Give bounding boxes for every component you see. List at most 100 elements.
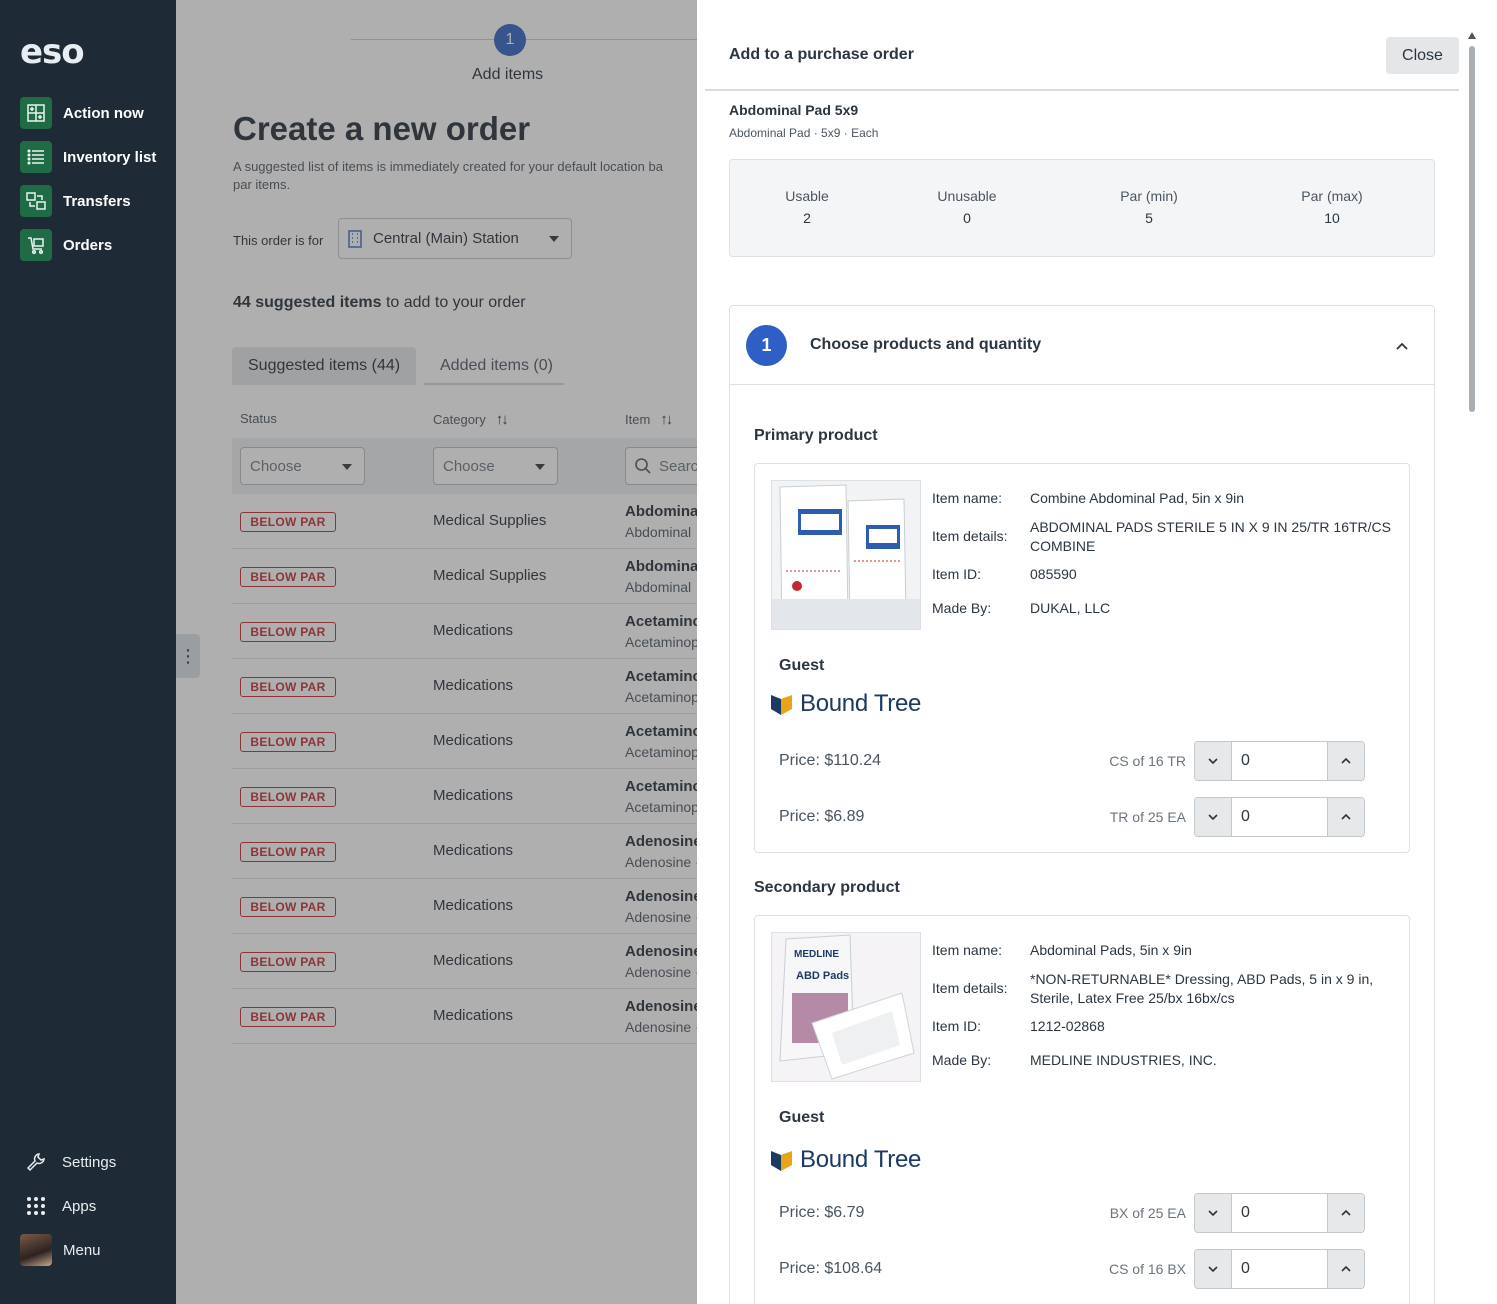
modal-backdrop[interactable]: [176, 0, 697, 1304]
account-label: Guest: [779, 1109, 825, 1126]
scroll-thumb[interactable]: [1469, 46, 1475, 412]
stat-label: Unusable: [937, 188, 997, 204]
purchase-order-panel: Add to a purchase order Close Abdominal …: [697, 0, 1497, 1304]
decrement-button[interactable]: [1195, 1250, 1231, 1288]
nav-item-settings[interactable]: Settings: [22, 1146, 116, 1178]
nav-label: Settings: [62, 1153, 117, 1171]
item-id-value: 1212-02868: [1030, 1018, 1105, 1034]
item-id-label: Item ID:: [932, 566, 982, 582]
nav-label: Inventory list: [63, 148, 157, 166]
unit-label: BX of 25 EA: [1109, 1205, 1186, 1221]
primary-product-heading: Primary product: [754, 427, 878, 444]
quantity-input[interactable]: 0: [1231, 742, 1328, 780]
account-label: Guest: [779, 657, 825, 674]
panel-scrollbar[interactable]: [1467, 32, 1477, 1304]
chevron-up-icon: [1341, 757, 1351, 764]
unit-label: TR of 25 EA: [1109, 809, 1186, 825]
panel-item-subtitle: Abdominal Pad · 5x9 · Each: [729, 126, 879, 140]
increment-button[interactable]: [1328, 1194, 1364, 1232]
item-name-label: Item name:: [932, 942, 1003, 958]
svg-text:MEDLINE: MEDLINE: [794, 949, 839, 960]
secondary-product-heading: Secondary product: [754, 879, 900, 896]
chevron-down-icon: [1208, 1210, 1218, 1217]
nav-item-menu[interactable]: Menu: [20, 1234, 101, 1266]
product-image: [771, 480, 921, 630]
panel-item-name: Abdominal Pad 5x9: [729, 102, 859, 118]
nav-item-orders[interactable]: Orders: [20, 229, 112, 261]
unit-label: CS of 16 TR: [1109, 753, 1186, 769]
decrement-button[interactable]: [1195, 798, 1231, 836]
quantity-stepper[interactable]: 0: [1194, 741, 1365, 781]
increment-button[interactable]: [1328, 798, 1364, 836]
item-id-label: Item ID:: [932, 1018, 982, 1034]
stock-stats: Usable 2 Unusable 0 Par (min) 5 Par (max) 10: [729, 159, 1435, 257]
price-label: Price: $6.89: [779, 808, 865, 825]
item-details-value: *NON-RETURNABLE* Dressing, ABD Pads, 5 i…: [1030, 971, 1374, 1006]
stat-label: Usable: [785, 188, 829, 204]
made-by-label: Made By:: [932, 600, 992, 616]
quantity-input[interactable]: 0: [1231, 1250, 1328, 1288]
accordion-title: Choose products and quantity: [810, 336, 1042, 353]
chevron-up-icon[interactable]: [1392, 336, 1412, 356]
eso-logo[interactable]: eso: [20, 32, 85, 72]
nav-label: Apps: [62, 1197, 97, 1215]
bound-tree-icon: [771, 1151, 792, 1171]
nav-label: Action now: [63, 104, 144, 122]
price-label: Price: $6.79: [779, 1204, 865, 1221]
stat-value: 2: [803, 210, 811, 226]
nav-label: Menu: [63, 1241, 101, 1259]
nav-label: Orders: [63, 236, 113, 254]
drag-handle-icon[interactable]: ⋮: [176, 634, 200, 678]
price-label: Price: $110.24: [779, 752, 881, 769]
avatar: [20, 1234, 52, 1266]
increment-button[interactable]: [1328, 742, 1364, 780]
quantity-stepper[interactable]: 0: [1194, 1249, 1365, 1289]
item-name-value: Combine Abdominal Pad, 5in x 9in: [1030, 490, 1245, 506]
stat-par-min: Par (min) 5: [1089, 188, 1209, 226]
chevron-down-icon: [1208, 1266, 1218, 1273]
nav-item-inventory-list[interactable]: Inventory list: [20, 141, 156, 173]
stat-label: Par (max): [1301, 188, 1363, 204]
vendor-logo: Bound Tree: [771, 1146, 921, 1174]
divider: [705, 89, 1459, 91]
svg-text:ABD Pads: ABD Pads: [796, 970, 849, 982]
nav-item-apps[interactable]: Apps: [22, 1190, 96, 1222]
action-now-icon: [20, 97, 52, 129]
wrench-icon: [22, 1148, 50, 1176]
accordion-choose-products[interactable]: 1 Choose products and quantity: [729, 305, 1435, 385]
close-button[interactable]: Close: [1386, 37, 1459, 74]
quantity-input[interactable]: 0: [1231, 798, 1328, 836]
nav-item-action-now[interactable]: Action now: [20, 97, 144, 129]
item-details-label: Item details:: [932, 528, 1008, 544]
secondary-product-card: MEDLINE ABD Pads Item name: Abdominal Pa…: [754, 915, 1410, 1304]
chevron-up-icon: [1341, 1265, 1351, 1272]
made-by-label: Made By:: [932, 1052, 992, 1068]
quantity-stepper[interactable]: 0: [1194, 1193, 1365, 1233]
decrement-button[interactable]: [1195, 1194, 1231, 1232]
chevron-down-icon: [1208, 814, 1218, 821]
decrement-button[interactable]: [1195, 742, 1231, 780]
item-details-label: Item details:: [932, 980, 1008, 996]
made-by-value: DUKAL, LLC: [1030, 600, 1111, 616]
scroll-up-icon[interactable]: [1468, 32, 1476, 39]
unit-label: CS of 16 BX: [1108, 1261, 1186, 1277]
made-by-value: MEDLINE INDUSTRIES, INC.: [1030, 1052, 1217, 1068]
transfers-icon: [20, 185, 52, 217]
vendor-name: Bound Tree: [800, 1146, 922, 1173]
stat-value: 10: [1324, 210, 1340, 226]
stat-unusable: Unusable 0: [907, 188, 1027, 226]
chevron-up-icon: [1341, 1209, 1351, 1216]
cart-icon: [20, 229, 52, 261]
increment-button[interactable]: [1328, 1250, 1364, 1288]
nav-label: Transfers: [63, 192, 131, 210]
vendor-name: Bound Tree: [800, 690, 922, 717]
chevron-up-icon: [1341, 813, 1351, 820]
quantity-stepper[interactable]: 0: [1194, 797, 1365, 837]
bound-tree-icon: [771, 695, 792, 715]
chevron-down-icon: [1208, 758, 1218, 765]
nav-item-transfers[interactable]: Transfers: [20, 185, 131, 217]
quantity-input[interactable]: 0: [1231, 1194, 1328, 1232]
primary-product-card: Item name: Combine Abdominal Pad, 5in x …: [754, 463, 1410, 853]
stat-usable: Usable 2: [747, 188, 867, 226]
item-name-label: Item name:: [932, 490, 1003, 506]
